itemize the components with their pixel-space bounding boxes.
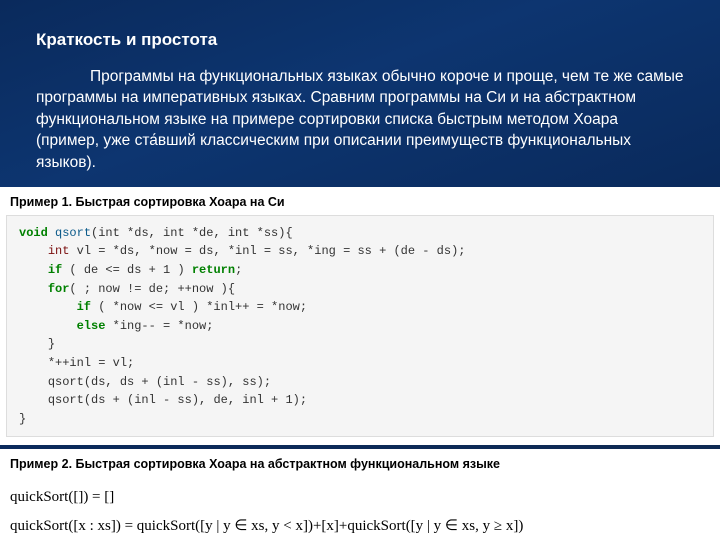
math-line1: quickSort([]) = [] [10,483,710,512]
else-rest: *ing-- = *now; [105,319,213,333]
slide-title: Краткость и простота [36,30,690,50]
if-cond: ( de <= ds + 1 ) [62,263,192,277]
brace-close-outer: } [19,412,26,426]
kw-for: for [48,282,70,296]
kw-return: return [192,263,235,277]
body-paragraph: Программы на функциональных языках обычн… [36,66,684,173]
kw-else: else [77,319,106,333]
example2-caption: Пример 2. Быстрая сортировка Хоара на аб… [10,457,714,471]
line-call2: qsort(ds + (inl - ss), de, inl + 1); [48,393,307,407]
functional-code-block: quickSort([]) = [] quickSort([x : xs]) =… [6,477,714,540]
for-head: ( ; now != de; ++now ){ [69,282,235,296]
kw-if2: if [77,300,91,314]
c-code-block: void qsort(int *ds, int *de, int *ss){ i… [6,215,714,438]
if2-rest: ( *now <= vl ) *inl++ = *now; [91,300,307,314]
decl-rest: vl = *ds, *now = ds, *inl = ss, *ing = s… [69,244,465,258]
slide: Краткость и простота Программы на функци… [0,0,720,540]
sig-rest: (int *ds, int *de, int *ss){ [91,226,293,240]
example2-panel: Пример 2. Быстрая сортировка Хоара на аб… [0,449,720,540]
line-call1: qsort(ds, ds + (inl - ss), ss); [48,375,271,389]
example1-panel: Пример 1. Быстрая сортировка Хоара на Си… [0,187,720,446]
semi1: ; [235,263,242,277]
kw-void: void [19,226,48,240]
line-assign: *++inl = vl; [48,356,134,370]
kw-if: if [48,263,62,277]
fn-qsort: qsort [55,226,91,240]
example1-caption: Пример 1. Быстрая сортировка Хоара на Си [10,195,714,209]
math-line2: quickSort([x : xs]) = quickSort([y | y ∈… [10,512,710,540]
type-int: int [48,244,70,258]
brace-close-inner: } [48,337,55,351]
